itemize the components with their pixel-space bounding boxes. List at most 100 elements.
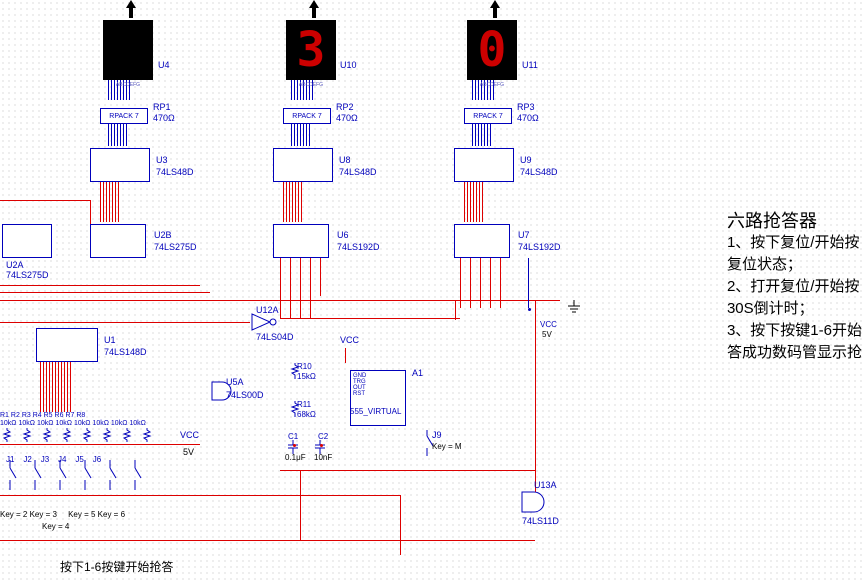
- type-u9: 74LS48D: [520, 167, 558, 177]
- 555-gnd-v: [300, 470, 301, 540]
- wire-h1: [0, 285, 200, 286]
- ref-u13a: U13A: [534, 480, 557, 490]
- ref-u8: U8: [339, 155, 351, 165]
- v5-label: 5V: [183, 447, 194, 457]
- j-refs: J1 J2 J3 J4 J5 J6: [6, 455, 101, 464]
- wire-h2: [0, 292, 210, 293]
- r-row-val: 10kΩ 10kΩ 10kΩ 10kΩ 10kΩ 10kΩ 10kΩ 10kΩ: [0, 420, 146, 427]
- ic-u6: [273, 224, 329, 258]
- vcc-rail: [0, 444, 200, 445]
- ic-a1: GNDTRGOUTRST: [350, 370, 406, 426]
- display-u4: ABCDEFG: [103, 20, 153, 80]
- ref-u3: U3: [156, 155, 168, 165]
- clk-wire-v: [455, 300, 456, 320]
- wire-v5: [320, 258, 321, 296]
- rpack-rp1: RPACK 7: [100, 108, 148, 124]
- wire-v1: [280, 258, 281, 318]
- wire-to-u12a: [0, 322, 250, 323]
- val-rp3: 470Ω: [517, 113, 539, 123]
- description-text: 六路抢答器 1、按下复位/开始按 复位状态； 2、打开复位/开始按 30S倒计时…: [727, 210, 862, 364]
- val-r11: 68kΩ: [297, 410, 316, 419]
- resistor-symbols: [2, 428, 172, 444]
- bus2-u11: [472, 124, 491, 146]
- display-u11: 0 ABCDEFG: [467, 20, 517, 80]
- ic-u1: [36, 328, 98, 362]
- wire-v0: [90, 200, 91, 224]
- display-u10: 3 ABCDEFG: [286, 20, 336, 80]
- probe2: [308, 0, 320, 20]
- j-keys2: Key = 4: [42, 522, 69, 531]
- bottom-caption: 按下1-6按键开始抢答: [60, 558, 173, 575]
- ref-rp3: RP3: [517, 102, 535, 112]
- ref-u9: U9: [520, 155, 532, 165]
- ic-u2a: [2, 224, 52, 258]
- ref-rp1: RP1: [153, 102, 171, 112]
- right-vert: [535, 300, 536, 505]
- wire-v8: [480, 258, 481, 308]
- ref-u5a: U5A: [226, 377, 244, 387]
- wire-v6: [460, 258, 461, 308]
- probe3: [489, 0, 501, 20]
- ref-u2a: U2A: [6, 260, 24, 270]
- bus3-b: [283, 182, 302, 222]
- type-u2a: 74LS275D: [6, 270, 49, 280]
- wire-v7: [470, 258, 471, 308]
- gnd-wire: [528, 258, 529, 308]
- r-row: R1 R2 R3 R4 R5 R6 R7 R8: [0, 412, 85, 419]
- bus2-u10: [291, 124, 310, 146]
- ref-u2b: U2B: [154, 230, 172, 240]
- val-c1: 0.1μF: [285, 453, 306, 462]
- type-u8: 74LS48D: [339, 167, 377, 177]
- type-a1: 555_VIRTUAL: [350, 407, 401, 416]
- rpack-rp2: RPACK 7: [283, 108, 331, 124]
- 555-out: [280, 470, 535, 471]
- ref-r11: R11: [297, 400, 311, 409]
- ref-j9: J9: [432, 430, 442, 440]
- type-u12a: 74LS04D: [256, 332, 294, 342]
- ref-u11: U11: [522, 60, 538, 70]
- v5-2: 5V: [542, 330, 552, 339]
- ref-c2: C2: [318, 432, 328, 441]
- ic-u2b: [90, 224, 146, 258]
- ref-u7: U7: [518, 230, 530, 240]
- rpack-rp3: RPACK 7: [464, 108, 512, 124]
- type-u13a: 74LS11D: [522, 516, 559, 526]
- vcc2: VCC: [540, 320, 557, 329]
- vcc-555-v: [345, 348, 346, 363]
- gnd1: [567, 300, 581, 316]
- bus-u1: [40, 362, 71, 412]
- type-u5a: 74LS00D: [226, 390, 264, 400]
- ref-u12a: U12A: [256, 305, 279, 315]
- type-u7: 74LS192D: [518, 242, 561, 252]
- wire-v9: [490, 258, 491, 308]
- sw-gnd-rail: [0, 495, 400, 496]
- ref-r10: R10: [297, 362, 312, 371]
- sw-gnd-v: [400, 495, 401, 555]
- vcc-555: VCC: [340, 335, 359, 345]
- type-u2b: 74LS275D: [154, 242, 197, 252]
- j-keys: Key = 2 Key = 3 Key = 5 Key = 6: [0, 510, 125, 519]
- ref-rp2: RP2: [336, 102, 354, 112]
- vcc-label: VCC: [180, 430, 199, 440]
- ref-u4: U4: [158, 60, 170, 70]
- bottom-rail: [0, 540, 535, 541]
- bus3-a: [100, 182, 119, 222]
- val-c2: 10nF: [314, 453, 332, 462]
- gate-u13a: [520, 490, 552, 516]
- wire-v2: [290, 258, 291, 318]
- probe1: [125, 0, 137, 20]
- wire-v4: [310, 258, 311, 318]
- bus3-c: [464, 182, 483, 222]
- type-u6: 74LS192D: [337, 242, 380, 252]
- gate-u12a: [250, 312, 280, 334]
- key-j9: Key = M: [432, 442, 462, 451]
- ref-a1: A1: [412, 368, 423, 378]
- ic-u9: [454, 148, 514, 182]
- ref-u1: U1: [104, 335, 116, 345]
- val-rp2: 470Ω: [336, 113, 358, 123]
- ref-u6: U6: [337, 230, 349, 240]
- ref-c1: C1: [288, 432, 298, 441]
- ic-u3: [90, 148, 150, 182]
- val-r10: 15kΩ: [297, 372, 316, 381]
- type-u3: 74LS48D: [156, 167, 194, 177]
